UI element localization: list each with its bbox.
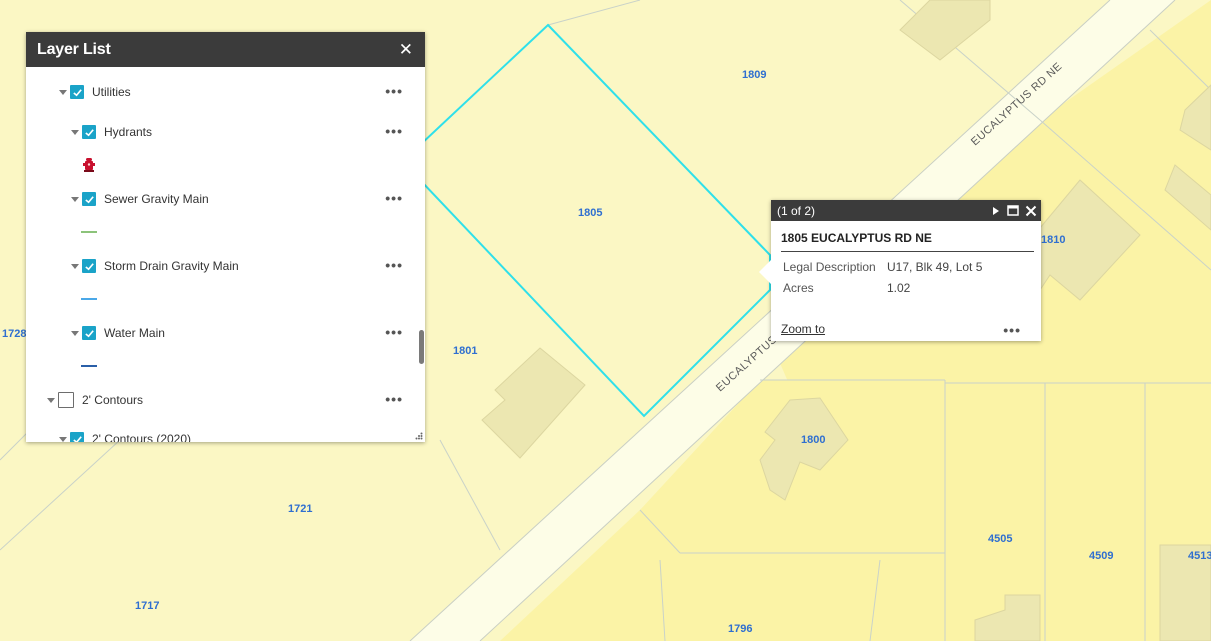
parcel-label: 1809 xyxy=(742,69,766,81)
layer-label: 2' Contours (2020) xyxy=(92,432,192,442)
layer-row-contours: 2' Contours ••• xyxy=(26,388,403,412)
parcel-label: 1728 xyxy=(2,328,26,340)
caret-down-icon[interactable] xyxy=(59,436,67,442)
attribute-row-acres: Acres 1.02 xyxy=(783,281,910,295)
layer-row-sewer: Sewer Gravity Main ••• xyxy=(26,187,403,211)
layer-list-header: Layer List ✕ xyxy=(26,32,425,67)
layer-checkbox-storm-drain[interactable] xyxy=(82,259,96,273)
caret-down-icon[interactable] xyxy=(71,196,79,202)
popup-title: 1805 EUCALYPTUS RD NE xyxy=(781,231,1034,252)
layer-row-contours-2020: 2' Contours (2020) xyxy=(26,427,403,442)
parcel-label: 1810 xyxy=(1041,234,1065,246)
parcel-label: 1721 xyxy=(288,503,312,515)
layer-row-hydrants: Hydrants ••• xyxy=(26,120,403,144)
layer-label: Hydrants xyxy=(104,125,153,139)
caret-down-icon[interactable] xyxy=(71,263,79,269)
layer-row-water-main: Water Main ••• xyxy=(26,321,403,345)
attribute-value: U17, Blk 49, Lot 5 xyxy=(887,260,983,274)
more-options-icon[interactable]: ••• xyxy=(385,191,403,205)
attribute-key: Legal Description xyxy=(783,260,876,274)
layer-label: Storm Drain Gravity Main xyxy=(104,259,239,273)
maximize-icon[interactable] xyxy=(1007,205,1019,216)
layer-checkbox-utilities[interactable] xyxy=(70,85,84,99)
resize-grip-icon[interactable] xyxy=(415,432,423,440)
layer-label: 2' Contours xyxy=(82,393,143,407)
layer-label: Sewer Gravity Main xyxy=(104,192,209,206)
parcel-label: 1800 xyxy=(801,434,825,446)
more-options-icon[interactable]: ••• xyxy=(1003,323,1021,337)
layer-row-storm-drain: Storm Drain Gravity Main ••• xyxy=(26,254,403,278)
water-line-swatch xyxy=(81,365,97,367)
next-icon[interactable] xyxy=(991,206,1001,216)
fire-hydrant-icon xyxy=(83,158,95,172)
layer-list-panel: Layer List ✕ Utilities ••• Hydrants ••• xyxy=(26,32,425,442)
layer-checkbox-contours[interactable] xyxy=(58,392,74,408)
layer-checkbox-hydrants[interactable] xyxy=(82,125,96,139)
parcel-label: 4509 xyxy=(1089,550,1113,562)
layer-label: Utilities xyxy=(92,85,131,99)
parcel-label: 4513 xyxy=(1188,550,1211,562)
storm-line-swatch xyxy=(81,298,97,300)
parcel-label: 1805 xyxy=(578,207,602,219)
more-options-icon[interactable]: ••• xyxy=(385,392,403,406)
layer-label: Water Main xyxy=(104,326,165,340)
popup-feature-count: (1 of 2) xyxy=(777,203,816,218)
popup-header: (1 of 2) xyxy=(771,200,1041,221)
layer-checkbox-contours-2020[interactable] xyxy=(70,432,84,442)
layer-row-utilities: Utilities ••• xyxy=(26,80,403,104)
caret-down-icon[interactable] xyxy=(59,89,67,95)
parcel-label: 1717 xyxy=(135,600,159,612)
more-options-icon[interactable]: ••• xyxy=(385,124,403,138)
caret-down-icon[interactable] xyxy=(71,330,79,336)
more-options-icon[interactable]: ••• xyxy=(385,258,403,272)
scrollbar[interactable] xyxy=(417,67,425,442)
caret-down-icon[interactable] xyxy=(71,129,79,135)
layer-checkbox-sewer[interactable] xyxy=(82,192,96,206)
attribute-row-legal-description: Legal Description U17, Blk 49, Lot 5 xyxy=(783,260,982,274)
popup-pointer xyxy=(759,260,771,284)
parcel-label: 1801 xyxy=(453,345,477,357)
scrollbar-thumb[interactable] xyxy=(419,330,424,364)
more-options-icon[interactable]: ••• xyxy=(385,325,403,339)
attribute-key: Acres xyxy=(783,281,814,295)
more-options-icon[interactable]: ••• xyxy=(385,84,403,98)
parcel-label: 1796 xyxy=(728,623,752,635)
feature-popup: (1 of 2) 1805 EUCALYPTUS RD NE Legal Des… xyxy=(759,200,1041,341)
close-icon[interactable]: ✕ xyxy=(399,41,413,58)
layer-list-title: Layer List xyxy=(37,40,111,58)
layer-list-body: Utilities ••• Hydrants ••• Sewer Gravity… xyxy=(26,67,425,442)
parcel-label: 4505 xyxy=(988,533,1012,545)
zoom-to-link[interactable]: Zoom to xyxy=(781,322,825,336)
attribute-value: 1.02 xyxy=(887,281,911,295)
caret-down-icon[interactable] xyxy=(47,397,55,403)
layer-checkbox-water-main[interactable] xyxy=(82,326,96,340)
sewer-line-swatch xyxy=(81,231,97,233)
close-icon[interactable] xyxy=(1025,205,1037,217)
